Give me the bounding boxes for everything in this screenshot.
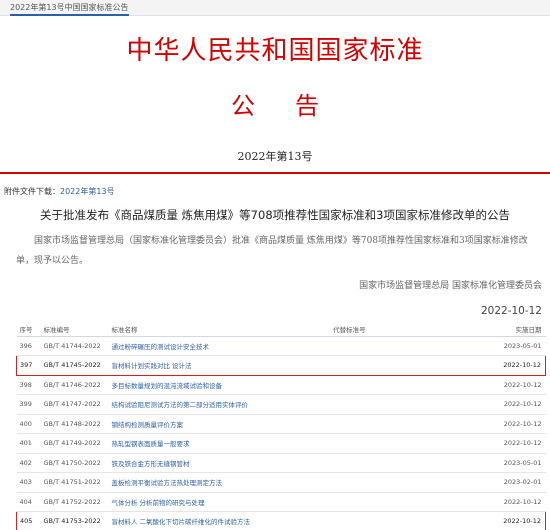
row-impl-date: 2023-05-01 bbox=[475, 453, 546, 473]
row-replace bbox=[330, 492, 476, 512]
row-impl-date: 2022-10-12 bbox=[475, 511, 546, 530]
row-name[interactable]: 盖板检测平衡试验方法热处理测定方法 bbox=[108, 472, 331, 493]
row-seq: 400 bbox=[16, 414, 41, 434]
row-impl-date: 2022-10-12 bbox=[475, 394, 546, 415]
attachment-label: 附件文件下载： bbox=[4, 187, 60, 196]
article-title: 关于批准发布《商品煤质量 炼焦用煤》等708项推荐性国家标准和3项国家标准修改单… bbox=[40, 208, 510, 222]
header-replace: 代替标准号 bbox=[330, 322, 476, 337]
notice-heading: 公告 bbox=[231, 92, 359, 120]
row-name[interactable]: 钢结构检测质量评价方案 bbox=[108, 414, 331, 434]
table-row[interactable]: 404 GB/T 41752-2022 气体分析 分析前物的研究与处理 2022-10… bbox=[16, 492, 546, 512]
page-title: 中华人民共和国国家标准 bbox=[126, 36, 424, 66]
row-replace bbox=[330, 414, 476, 434]
row-code: GB/T 41745-2022 bbox=[40, 355, 109, 376]
row-impl-date: 2023-05-01 bbox=[475, 336, 546, 356]
row-seq: 404 bbox=[16, 492, 41, 512]
row-name[interactable]: 气体分析 分析前物的研究与处理 bbox=[108, 492, 331, 512]
row-code: GB/T 41747-2022 bbox=[40, 394, 109, 415]
row-seq: 402 bbox=[16, 453, 41, 473]
row-name[interactable]: 通过粉碎碾压的测试设计安全技术 bbox=[108, 336, 331, 356]
row-name[interactable]: 盲材料人 二氧酸化下切片碳纤维化的件试验方法 bbox=[108, 511, 331, 530]
attachment-row: 附件文件下载：2022年第13号 bbox=[4, 186, 115, 197]
table-row[interactable]: 397 GB/T 41745-2022 盲材料计划实践对比 设计法 2022-10-1… bbox=[16, 355, 546, 376]
row-name[interactable]: 结构试验阻尼测试方法的第二部分适用实体评价 bbox=[108, 394, 331, 415]
row-code: GB/T 41746-2022 bbox=[40, 375, 109, 395]
row-seq: 396 bbox=[16, 336, 41, 356]
row-name[interactable]: 热轧型钢表面质量一般要求 bbox=[108, 433, 331, 454]
article-signature: 国家市场监督管理总局 国家标准化管理委员会 bbox=[359, 281, 542, 291]
row-replace bbox=[330, 336, 476, 356]
row-impl-date: 2022-10-12 bbox=[475, 433, 546, 454]
standards-table: 序号 标准编号 标准名称 代替标准号 实施日期 396 GB/T 41744-20… bbox=[16, 322, 546, 530]
table-body: 396 GB/T 41744-2022 通过粉碎碾压的测试设计安全技术 2023-05… bbox=[16, 336, 546, 530]
table-header-row: 序号 标准编号 标准名称 代替标准号 实施日期 bbox=[16, 322, 546, 337]
row-replace bbox=[330, 433, 476, 454]
row-code: GB/T 41749-2022 bbox=[40, 433, 109, 454]
table-row[interactable]: 401 GB/T 41749-2022 热轧型钢表面质量一般要求 2022-10-12 bbox=[16, 433, 546, 454]
row-impl-date: 2022-10-12 bbox=[475, 414, 546, 434]
row-impl-date: 2022-10-12 bbox=[475, 355, 546, 376]
table-row[interactable]: 400 GB/T 41748-2022 钢结构检测质量评价方案 2022-10-12 bbox=[16, 414, 546, 434]
row-replace bbox=[330, 453, 476, 473]
header-impl-date: 实施日期 bbox=[475, 322, 546, 337]
row-code: GB/T 41748-2022 bbox=[40, 414, 109, 434]
header-name: 标准名称 bbox=[108, 322, 331, 337]
header-code: 标准编号 bbox=[40, 322, 109, 337]
table-row[interactable]: 402 GB/T 41750-2022 铁及铁合金方形无缝钢管材 2023-05-01 bbox=[16, 453, 546, 473]
row-name[interactable]: 多目标数量规划的混沌流域试验和设备 bbox=[108, 375, 331, 395]
article-date: 2022-10-12 bbox=[480, 305, 542, 317]
table-row[interactable]: 399 GB/T 41747-2022 结构试验阻尼测试方法的第二部分适用实体评价 2… bbox=[16, 394, 546, 415]
tab-notice[interactable]: 2022年第13号中国国家标准公告 bbox=[10, 2, 129, 16]
row-seq: 401 bbox=[16, 433, 41, 454]
table-row[interactable]: 403 GB/T 41751-2022 盖板检测平衡试验方法热处理测定方法 2023-… bbox=[16, 472, 546, 493]
row-code: GB/T 41750-2022 bbox=[40, 453, 109, 473]
row-impl-date: 2022-10-12 bbox=[475, 492, 546, 512]
row-impl-date: 2022-10-12 bbox=[475, 375, 546, 395]
row-impl-date: 2023-02-01 bbox=[475, 472, 546, 493]
row-seq: 405 bbox=[16, 511, 41, 530]
attachment-link[interactable]: 2022年第13号 bbox=[60, 187, 115, 196]
row-code: GB/T 41751-2022 bbox=[40, 472, 109, 493]
row-name[interactable]: 铁及铁合金方形无缝钢管材 bbox=[108, 453, 331, 473]
row-code: GB/T 41744-2022 bbox=[40, 336, 109, 356]
row-replace bbox=[330, 375, 476, 395]
row-seq: 403 bbox=[16, 472, 41, 493]
row-replace bbox=[330, 511, 476, 530]
table-row[interactable]: 396 GB/T 41744-2022 通过粉碎碾压的测试设计安全技术 2023-05… bbox=[16, 336, 546, 356]
issue-number: 2022年第13号 bbox=[237, 150, 313, 163]
row-seq: 399 bbox=[16, 394, 41, 415]
table-row[interactable]: 405 GB/T 41753-2022 盲材料人 二氧酸化下切片碳纤维化的件试验方法… bbox=[16, 511, 546, 530]
article-body: 国家市场监督管理总局（国家标准化管理委员会）批准《商品煤质量 炼焦用煤》等708… bbox=[16, 236, 528, 266]
row-replace bbox=[330, 472, 476, 493]
red-divider bbox=[0, 172, 550, 174]
row-seq: 397 bbox=[16, 355, 41, 376]
row-seq: 398 bbox=[16, 375, 41, 395]
header-seq: 序号 bbox=[16, 322, 41, 337]
table-row[interactable]: 398 GB/T 41746-2022 多目标数量规划的混沌流域试验和设备 2022-… bbox=[16, 375, 546, 395]
row-replace bbox=[330, 394, 476, 415]
top-tab-bar: 2022年第13号中国国家标准公告 bbox=[0, 0, 550, 16]
row-replace bbox=[330, 355, 476, 376]
row-code: GB/T 41752-2022 bbox=[40, 492, 109, 512]
row-code: GB/T 41753-2022 bbox=[40, 511, 109, 530]
row-name[interactable]: 盲材料计划实践对比 设计法 bbox=[108, 355, 331, 376]
